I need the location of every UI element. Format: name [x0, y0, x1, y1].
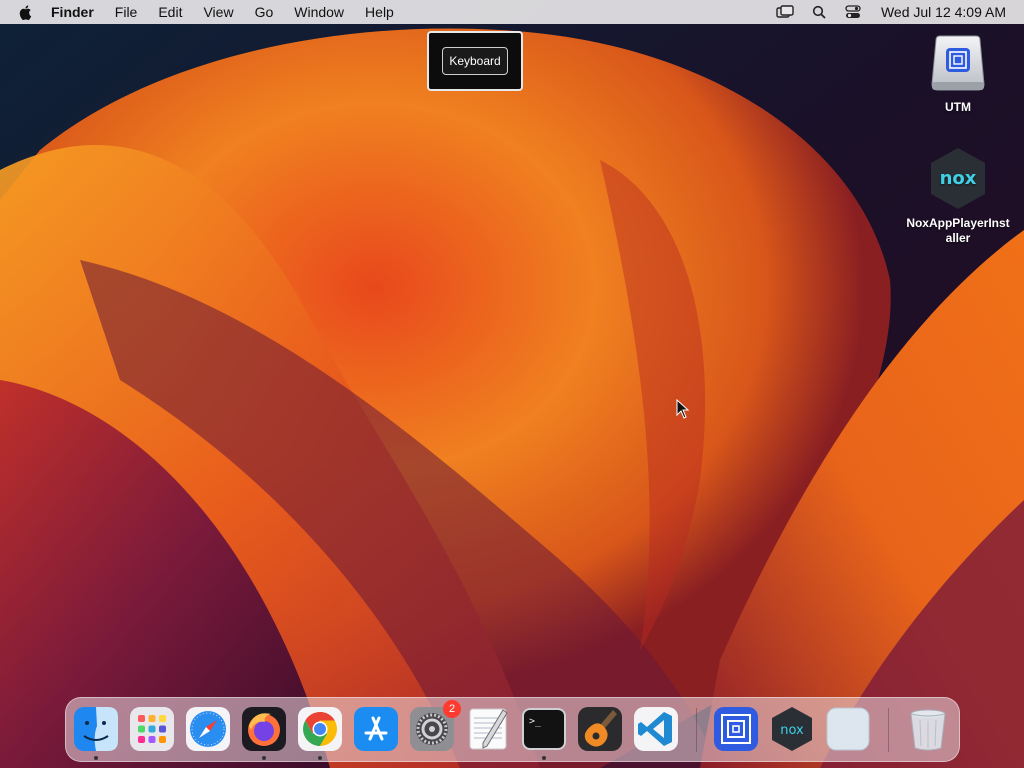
blank-app-icon: [826, 707, 870, 751]
desktop-icon-utm[interactable]: UTM: [903, 34, 1013, 114]
firefox-icon: [242, 707, 286, 751]
notification-badge: 2: [443, 700, 461, 718]
menu-app-name[interactable]: Finder: [51, 4, 94, 20]
svg-text:nox: nox: [780, 723, 804, 738]
menu-bar: Finder File Edit View Go Window Help Wed…: [0, 0, 1024, 24]
apple-menu-icon[interactable]: [17, 3, 35, 21]
menu-file[interactable]: File: [115, 4, 138, 20]
desktop-icon-nox-installer[interactable]: nox NoxAppPlayerInst aller: [903, 146, 1013, 246]
trash-icon: [910, 709, 946, 751]
dock-system-settings[interactable]: 2: [409, 700, 461, 752]
launchpad-icon: [130, 707, 174, 751]
menu-view[interactable]: View: [203, 4, 233, 20]
menu-bar-status: Wed Jul 12 4:09 AM: [775, 0, 1024, 24]
keyboard-popup: Keyboard: [427, 31, 523, 91]
dock-trash[interactable]: [905, 706, 951, 752]
dock-vscode[interactable]: [633, 706, 679, 752]
dock-firefox[interactable]: [241, 706, 287, 760]
utm-icon: [714, 707, 758, 751]
dock: 2 >_ nox: [65, 697, 960, 762]
nox-icon: nox: [931, 148, 985, 209]
textedit-icon: [469, 708, 508, 750]
vscode-icon: [634, 707, 678, 751]
dock-separator: [888, 708, 889, 752]
nox-icon: nox: [772, 707, 812, 751]
menu-edit[interactable]: Edit: [158, 4, 182, 20]
mouse-cursor-icon: [676, 399, 690, 419]
desktop-icon-label: UTM: [945, 100, 971, 114]
desktop-icon-label: NoxAppPlayerInst aller: [906, 216, 1010, 245]
menu-clock[interactable]: Wed Jul 12 4:09 AM: [881, 4, 1006, 20]
screen-mirroring-icon[interactable]: [775, 4, 795, 20]
dock-app-store[interactable]: [353, 706, 399, 752]
dock-finder[interactable]: [73, 706, 119, 760]
safari-icon: [186, 707, 230, 751]
app-store-icon: [354, 707, 398, 751]
svg-text:>_: >_: [529, 716, 542, 727]
keyboard-button[interactable]: Keyboard: [442, 47, 508, 75]
dock-preview[interactable]: [825, 706, 871, 752]
menu-window[interactable]: Window: [294, 4, 344, 20]
dock-textedit[interactable]: [465, 706, 511, 752]
menu-help[interactable]: Help: [365, 4, 394, 20]
dock-garageband[interactable]: [577, 706, 623, 752]
control-center-icon[interactable]: [843, 4, 863, 20]
running-indicator: [318, 756, 322, 760]
search-icon[interactable]: [809, 4, 829, 20]
dock-safari[interactable]: [185, 706, 231, 752]
dock-chrome[interactable]: [297, 706, 343, 760]
dock-nox[interactable]: nox: [769, 706, 815, 752]
dock-launchpad[interactable]: [129, 706, 175, 752]
running-indicator: [542, 756, 546, 760]
menu-go[interactable]: Go: [255, 4, 274, 20]
running-indicator: [94, 756, 98, 760]
dock-utm[interactable]: [713, 706, 759, 752]
dock-terminal[interactable]: >_: [521, 706, 567, 760]
desktop-wallpaper: [0, 0, 1024, 768]
svg-text:nox: nox: [940, 168, 977, 189]
chrome-icon: [298, 707, 342, 751]
utm-disk-icon: [931, 35, 985, 91]
garageband-icon: [578, 707, 622, 751]
dock-separator: [696, 708, 697, 752]
finder-icon: [74, 707, 118, 751]
terminal-icon: >_: [522, 708, 566, 750]
running-indicator: [262, 756, 266, 760]
